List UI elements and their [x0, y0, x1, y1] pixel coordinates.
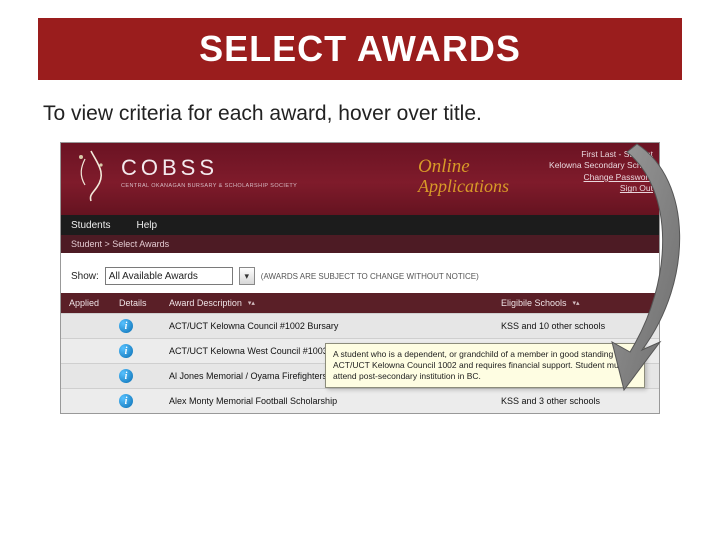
sign-out-link[interactable]: Sign Out	[549, 183, 653, 194]
nav-help[interactable]: Help	[136, 220, 157, 231]
app-banner: COBSS CENTRAL OKANAGAN BURSARY & SCHOLAR…	[61, 143, 659, 215]
content-body: Show: All Available Awards ▾ (AWARDS ARE…	[61, 253, 659, 413]
col-eligible-schools: Eligibile Schools	[501, 298, 567, 308]
nav-students[interactable]: Students	[71, 220, 110, 231]
user-school: Kelowna Secondary School	[549, 160, 653, 171]
apps-line1: Online	[418, 157, 509, 176]
info-icon[interactable]: i	[119, 319, 133, 333]
award-title[interactable]: ACT/UCT Kelowna Council #1002 Bursary	[169, 321, 501, 331]
filter-note: (AWARDS ARE SUBJECT TO CHANGE WITHOUT NO…	[261, 272, 479, 281]
apps-line2: Applications	[418, 177, 509, 195]
filter-select[interactable]: All Available Awards	[105, 267, 233, 285]
slide-title: SELECT AWARDS	[52, 28, 668, 70]
table-row: i Alex Monty Memorial Football Scholarsh…	[61, 388, 659, 413]
info-icon[interactable]: i	[119, 369, 133, 383]
col-award-description: Award Description	[169, 298, 242, 308]
col-details: Details	[119, 298, 169, 308]
table-row: i ACT/UCT Kelowna Council #1002 Bursary …	[61, 313, 659, 338]
brand-subtitle: CENTRAL OKANAGAN BURSARY & SCHOLARSHIP S…	[121, 183, 297, 189]
awards-table-header: Applied Details Award Description ▾▴ Eli…	[61, 293, 659, 313]
slide-title-bar: SELECT AWARDS	[38, 18, 682, 80]
col-applied: Applied	[69, 298, 119, 308]
award-elig: KSS and 10 other schools	[501, 321, 651, 331]
award-elig: KSS and 3 other schools	[501, 396, 651, 406]
hover-tooltip: A student who is a dependent, or grandch…	[325, 343, 645, 388]
info-icon[interactable]: i	[119, 344, 133, 358]
logo-mark-icon	[67, 147, 115, 203]
filter-dropdown-button[interactable]: ▾	[239, 267, 255, 285]
brand-logo: COBSS CENTRAL OKANAGAN BURSARY & SCHOLAR…	[67, 147, 297, 203]
apps-title: Online Applications	[418, 157, 509, 195]
user-name: First Last - Student	[549, 149, 653, 160]
filter-selected-value: All Available Awards	[109, 271, 198, 282]
change-password-link[interactable]: Change Password	[549, 172, 653, 183]
chevron-down-icon: ▾	[245, 271, 250, 282]
user-info: First Last - Student Kelowna Secondary S…	[549, 149, 653, 195]
info-icon[interactable]: i	[119, 394, 133, 408]
sort-icon[interactable]: ▾▴	[248, 299, 255, 307]
breadcrumb: Student > Select Awards	[61, 235, 659, 253]
filter-row: Show: All Available Awards ▾ (AWARDS ARE…	[61, 259, 659, 293]
slide-instruction: To view criteria for each award, hover o…	[43, 102, 682, 126]
main-nav: Students Help	[61, 215, 659, 235]
sort-icon[interactable]: ▾▴	[573, 299, 580, 307]
filter-label: Show:	[71, 271, 99, 282]
app-screenshot: COBSS CENTRAL OKANAGAN BURSARY & SCHOLAR…	[60, 142, 660, 414]
brand-name: COBSS	[121, 155, 297, 181]
award-title[interactable]: Alex Monty Memorial Football Scholarship	[169, 396, 501, 406]
